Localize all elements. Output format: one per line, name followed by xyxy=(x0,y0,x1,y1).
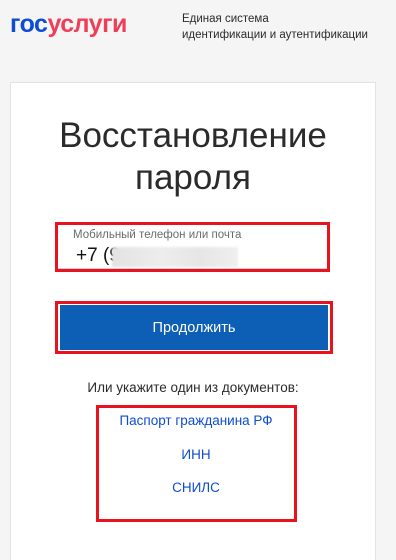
page-title: Восстановление пароля xyxy=(11,115,375,199)
logo-part-uslugi: услуги xyxy=(47,10,127,38)
system-subtitle: Единая система идентификации и аутентифи… xyxy=(182,11,368,43)
logo-part-gos: гос xyxy=(10,10,48,38)
phone-field-label: Мобильный телефон или почта xyxy=(73,229,242,241)
gosuslugi-logo[interactable]: госуслуги xyxy=(10,9,127,39)
continue-button[interactable]: Продолжить xyxy=(60,305,328,350)
title-line-2: пароля xyxy=(135,158,251,197)
redacted-phone-mask xyxy=(112,247,238,267)
phone-or-email-field[interactable]: Мобильный телефон или почта +7 (9 xyxy=(56,223,328,269)
subtitle-line-1: Единая система xyxy=(182,13,269,25)
inn-link[interactable]: ИНН xyxy=(97,447,295,462)
title-line-1: Восстановление xyxy=(59,116,327,155)
recovery-card: Восстановление пароля Мобильный телефон … xyxy=(10,82,376,560)
subtitle-line-2: идентификации и аутентификации xyxy=(182,29,368,41)
passport-link[interactable]: Паспорт гражданина РФ xyxy=(97,413,295,428)
documents-hint: Или укажите один из документов: xyxy=(87,380,299,395)
snils-link[interactable]: СНИЛС xyxy=(97,480,295,495)
header: госуслуги Единая система идентификации и… xyxy=(0,0,396,70)
